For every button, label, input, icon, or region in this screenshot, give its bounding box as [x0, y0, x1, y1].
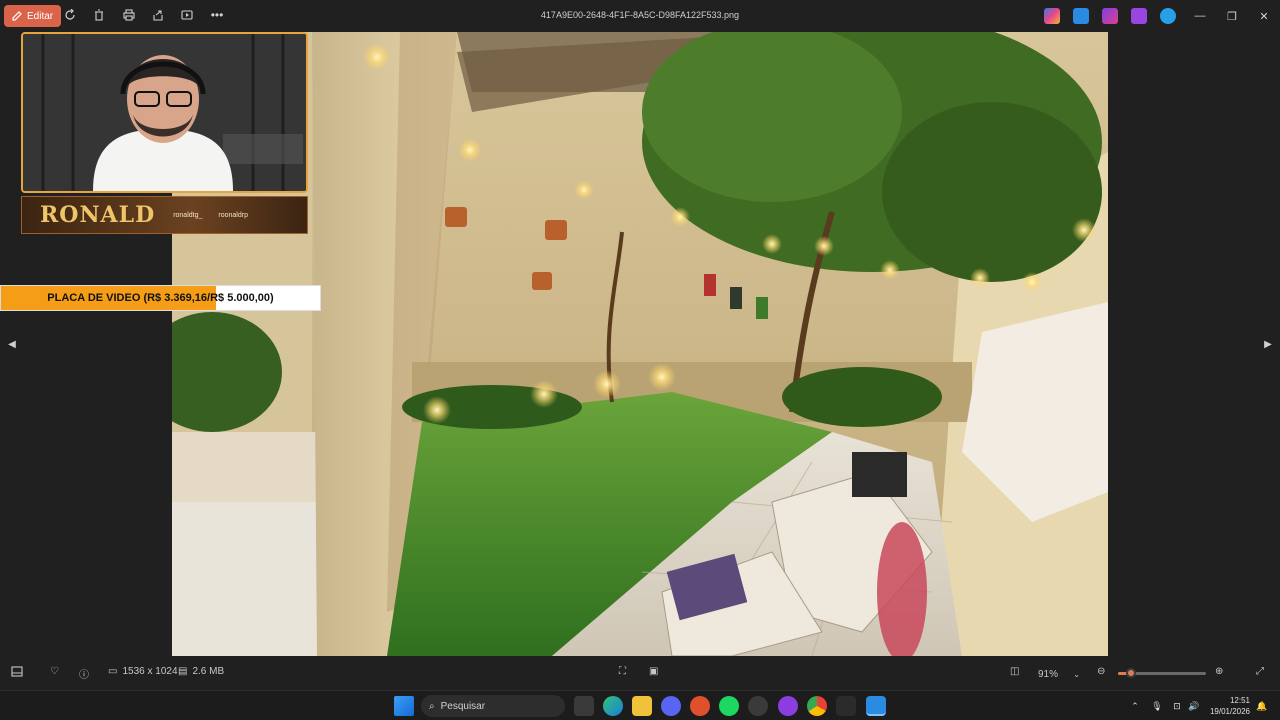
onedrive-icon[interactable]: [1160, 8, 1176, 24]
fullscreen-icon[interactable]: ⤢: [1256, 666, 1264, 677]
zoom-slider-thumb[interactable]: [1126, 668, 1137, 678]
file-size-value: 2.6 MB: [192, 666, 225, 677]
handle-x: roonaldrp: [218, 211, 248, 219]
titlebar-app-icons: [1044, 8, 1176, 24]
taskbar-search[interactable]: ⌕ Pesquisar: [421, 695, 565, 717]
close-icon[interactable]: ✕: [1248, 0, 1280, 32]
zoom-dropdown[interactable]: 91% ⌄: [1030, 665, 1088, 683]
filmstrip-icon[interactable]: [11, 666, 23, 677]
edge-icon[interactable]: [603, 696, 623, 716]
window-controls: — ❐ ✕: [1184, 0, 1280, 32]
previous-image-icon[interactable]: ◀: [3, 332, 21, 356]
image-dimensions: ▭ 1536 x 1024: [108, 666, 178, 677]
maximize-icon[interactable]: ❐: [1216, 0, 1248, 32]
zoom-fit-icon[interactable]: ◫: [1010, 666, 1019, 677]
photos-taskbar-icon[interactable]: [866, 696, 886, 716]
fit-to-window-icon[interactable]: ⛶: [619, 666, 626, 677]
search-icon: ⌕: [429, 700, 435, 712]
network-icon[interactable]: ⊡: [1171, 700, 1183, 712]
zoom-value: 91%: [1038, 668, 1059, 680]
notifications-icon[interactable]: 🔔: [1256, 700, 1268, 712]
handle-instagram: ronaldtg_: [173, 211, 203, 219]
favorite-icon[interactable]: ♡: [50, 666, 59, 677]
streamer-name-bar: RONALD ronaldtg_ roonaldrp: [21, 196, 308, 234]
dimensions-value: 1536 x 1024: [122, 666, 178, 677]
obs-icon[interactable]: [778, 696, 798, 716]
media-app-icon[interactable]: [690, 696, 710, 716]
file-size-icon: ▤: [178, 666, 188, 677]
donation-goal-bar: PLACA DE VIDEO (R$ 3.369,16/R$ 5.000,00): [0, 285, 321, 311]
task-view-icon[interactable]: [574, 696, 594, 716]
clock-date: 19/01/2026: [1209, 707, 1250, 716]
donation-goal-text: PLACA DE VIDEO (R$ 3.369,16/R$ 5.000,00): [47, 292, 274, 304]
photos-app-icon[interactable]: [1073, 8, 1089, 24]
minimize-icon[interactable]: —: [1184, 0, 1216, 32]
zoom-out-icon[interactable]: ⊖: [1097, 666, 1105, 677]
next-image-icon[interactable]: ▶: [1259, 332, 1277, 356]
info-icon[interactable]: ⓘ: [79, 666, 89, 681]
spotify-icon[interactable]: [719, 696, 739, 716]
streamer-name: RONALD: [40, 202, 156, 228]
webcam-overlay: [21, 32, 308, 193]
file-explorer-icon[interactable]: [632, 696, 652, 716]
search-placeholder: Pesquisar: [440, 700, 486, 712]
chrome-icon[interactable]: [807, 696, 827, 716]
status-bar: ♡ ⓘ ▭ 1536 x 1024 ▤ 2.6 MB ⛶ ▣ ◫ 91% ⌄ ⊖…: [0, 656, 1280, 690]
clipchamp-icon[interactable]: [1131, 8, 1147, 24]
capcut-icon[interactable]: [836, 696, 856, 716]
garden-photo: [172, 32, 1108, 656]
discord-icon[interactable]: [661, 696, 681, 716]
actual-size-icon[interactable]: ▣: [649, 666, 658, 677]
microphone-icon[interactable]: 🎙: [1151, 700, 1163, 712]
photos-app-window: Editar ••• 417A9E00-2648-4F1F-8A5C-D98FA…: [0, 0, 1280, 690]
zoom-in-icon[interactable]: ⊕: [1215, 666, 1223, 677]
designer-icon[interactable]: [1102, 8, 1118, 24]
image-canvas[interactable]: [172, 32, 1108, 656]
dimensions-icon: ▭: [108, 666, 118, 677]
windows-taskbar: ⌕ Pesquisar ⌃ 🎙 ⊡ 🔊 12:51 19/01/2026 🔔: [0, 690, 1280, 720]
zoom-slider[interactable]: [1118, 668, 1206, 678]
chevron-down-icon: ⌄: [1073, 669, 1080, 679]
clock-time: 12:51: [1229, 696, 1250, 705]
top-toolbar: Editar ••• 417A9E00-2648-4F1F-8A5C-D98FA…: [0, 0, 1280, 32]
webcam-feed: [23, 34, 306, 191]
volume-icon[interactable]: 🔊: [1188, 700, 1200, 712]
steam-icon[interactable]: [748, 696, 768, 716]
system-clock[interactable]: 12:51 19/01/2026: [1210, 695, 1250, 717]
start-menu-icon[interactable]: [394, 696, 414, 716]
copilot-icon[interactable]: [1044, 8, 1060, 24]
chevron-up-icon[interactable]: ⌃: [1129, 700, 1141, 712]
file-size: ▤ 2.6 MB: [178, 666, 224, 677]
